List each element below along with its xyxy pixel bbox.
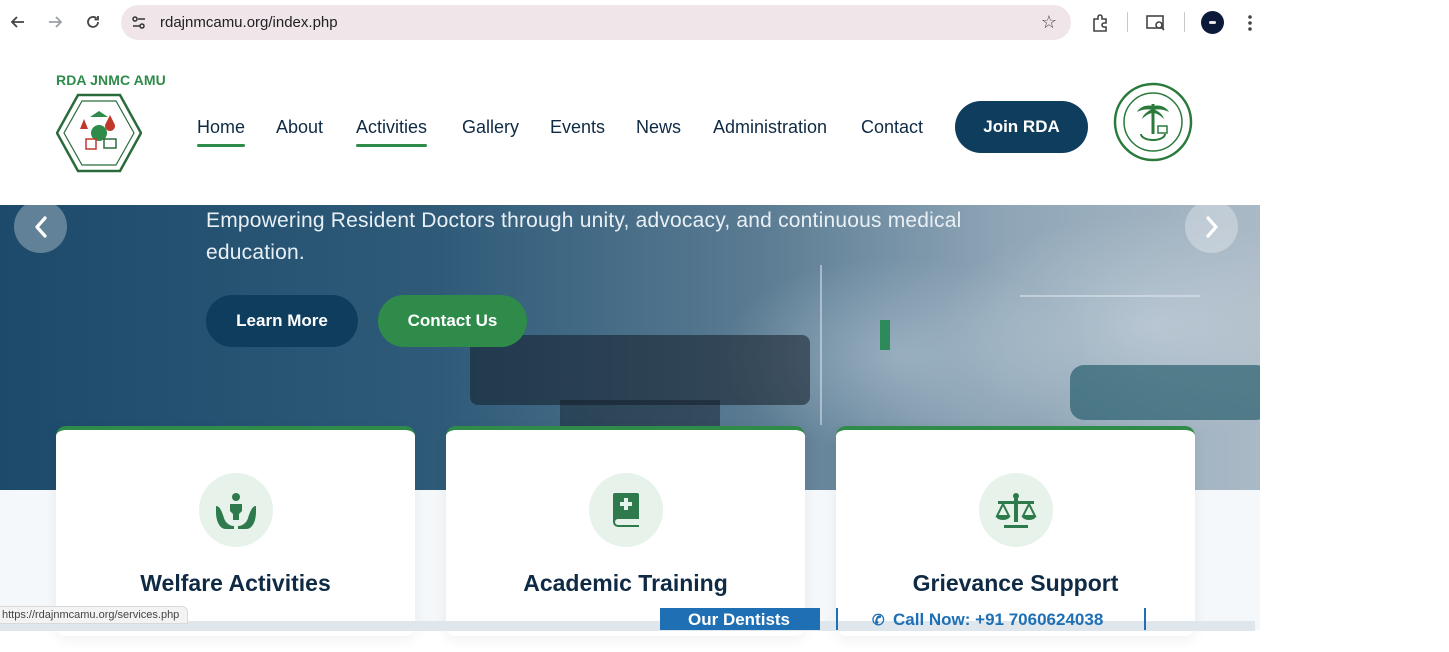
menu-dots-icon[interactable] [1237, 10, 1263, 36]
card-icon-circle [199, 473, 273, 547]
hero-background-image [880, 320, 890, 350]
address-bar[interactable]: rdajnmcamu.org/index.php ☆ [121, 5, 1071, 40]
hero-background-image [1070, 365, 1260, 420]
chevron-right-icon [1205, 215, 1218, 238]
card-title: Grievance Support [912, 570, 1119, 596]
rda-logo-icon[interactable] [56, 93, 142, 173]
our-dentists-button[interactable]: Our Dentists [660, 608, 820, 630]
status-bar-url: https://rdajnmcamu.org/services.php [0, 606, 189, 624]
nav-administration[interactable]: Administration [713, 117, 827, 138]
hero-background-image [820, 265, 822, 425]
hero-tagline: Empowering Resident Doctors through unit… [206, 209, 962, 264]
back-icon[interactable] [3, 7, 33, 37]
phone-icon: ✆ [872, 612, 885, 629]
card-title: Academic Training [523, 570, 728, 596]
hero-background-image [1020, 295, 1200, 297]
chevron-left-icon [34, 215, 47, 238]
contact-us-button[interactable]: Contact Us [378, 295, 527, 347]
call-now-button[interactable]: ✆ Call Now: +91 7060624038 [836, 608, 1146, 630]
reload-icon[interactable] [78, 7, 108, 37]
url-text[interactable]: rdajnmcamu.org/index.php [160, 14, 338, 31]
nav-news[interactable]: News [636, 117, 681, 138]
profile-avatar[interactable] [1201, 11, 1224, 34]
join-rda-button[interactable]: Join RDA [955, 101, 1088, 153]
carousel-next-button[interactable] [1185, 205, 1238, 253]
nav-events[interactable]: Events [550, 117, 605, 138]
toolbar-separator [1184, 12, 1185, 32]
browser-toolbar: rdajnmcamu.org/index.php ☆ [0, 0, 1260, 45]
hero-background-image [470, 335, 810, 405]
balance-scale-icon [995, 493, 1037, 528]
site-header: RDA JNMC AMU Home About Activities Galle… [0, 45, 1260, 205]
medical-book-icon [613, 493, 639, 527]
bookmark-star-icon[interactable]: ☆ [1041, 12, 1057, 33]
toolbar-separator [1127, 12, 1128, 32]
card-icon-circle [589, 473, 663, 547]
learn-more-button[interactable]: Learn More [206, 295, 358, 347]
nav-contact[interactable]: Contact [861, 117, 923, 138]
amu-seal-icon[interactable] [1113, 82, 1193, 162]
nav-home[interactable]: Home [197, 117, 246, 147]
nav-gallery[interactable]: Gallery [462, 117, 519, 138]
nav-about[interactable]: About [276, 117, 323, 138]
nav-activities[interactable]: Activities [356, 117, 428, 147]
card-title: Welfare Activities [140, 570, 331, 596]
carousel-prev-button[interactable] [14, 205, 67, 253]
call-now-label: Call Now: +91 7060624038 [893, 610, 1104, 629]
brand-name[interactable]: RDA JNMC AMU [56, 72, 166, 88]
site-settings-icon[interactable] [129, 13, 149, 33]
hands-people-icon [216, 493, 256, 529]
our-dentists-label: Our Dentists [688, 610, 791, 629]
cast-search-icon[interactable] [1143, 10, 1169, 36]
forward-icon[interactable] [40, 7, 70, 37]
extensions-icon[interactable] [1087, 10, 1113, 36]
card-welfare[interactable]: Welfare Activities [56, 426, 415, 636]
card-grievance[interactable]: Grievance Support [836, 426, 1195, 636]
card-icon-circle [979, 473, 1053, 547]
card-academic[interactable]: Academic Training [446, 426, 805, 636]
